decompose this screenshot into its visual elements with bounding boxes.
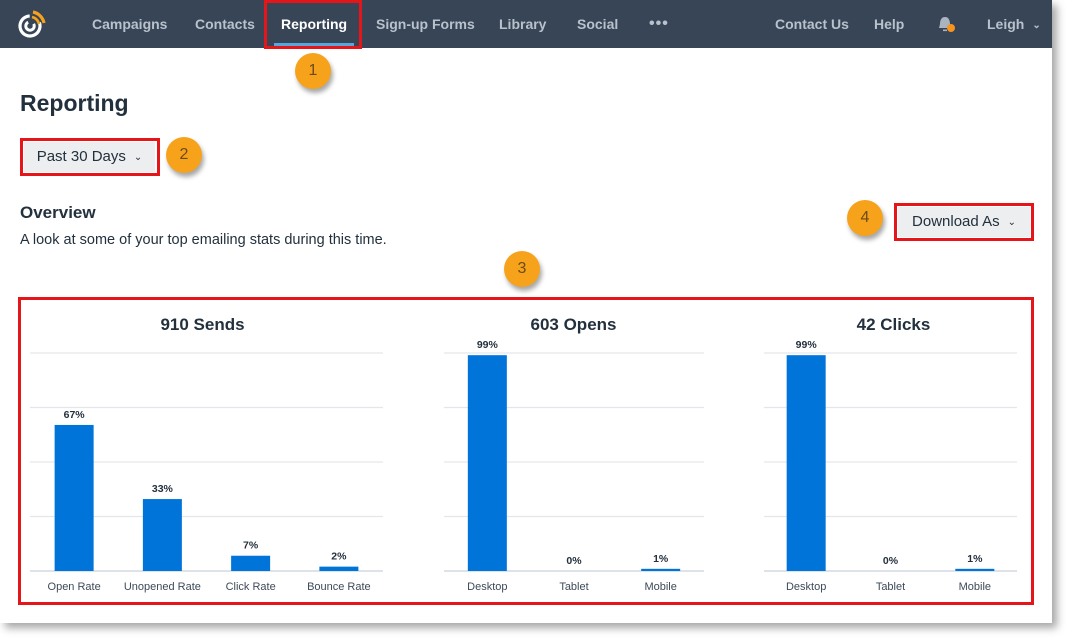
bar <box>142 499 182 571</box>
x-tick-label: Desktop <box>786 581 826 593</box>
user-name: Leigh <box>987 16 1025 32</box>
data-label: 2% <box>331 551 347 563</box>
chevron-down-icon: ⌄ <box>133 152 143 163</box>
date-range-dropdown[interactable]: Past 30 Days ⌄ <box>24 142 155 172</box>
opens-chart-svg: 99% Desktop 0% Tablet 1% Mobile <box>444 339 704 593</box>
user-menu[interactable]: Leigh ⌄ <box>987 0 1041 48</box>
callout-3: 3 <box>504 251 540 287</box>
data-label: 1% <box>653 553 669 565</box>
bar <box>319 566 359 571</box>
data-label: 0% <box>566 555 582 567</box>
bar <box>786 355 826 571</box>
clicks-chart-svg: 99% Desktop 0% Tablet 1% Mobile <box>764 339 1017 593</box>
chevron-down-icon: ⌄ <box>1007 217 1016 228</box>
data-label: 67% <box>64 409 86 421</box>
download-as-dropdown[interactable]: Download As ⌄ <box>898 207 1030 237</box>
overview-description: A look at some of your top emailing stat… <box>20 232 387 248</box>
callout-1: 1 <box>295 53 331 89</box>
download-as-label: Download As <box>912 213 1000 230</box>
top-navigation: Campaigns Contacts Reporting Sign-up For… <box>0 0 1052 48</box>
data-label: 99% <box>477 339 499 351</box>
bell-icon[interactable] <box>935 14 957 36</box>
nav-help[interactable]: Help <box>874 0 904 48</box>
nav-reporting[interactable]: Reporting <box>273 0 355 48</box>
bar <box>467 355 507 571</box>
x-tick-label: Bounce Rate <box>307 581 371 593</box>
date-range-value: Past 30 Days <box>36 148 126 165</box>
opens-chart: 603 Opens 99% Desktop 0% Tablet 1% Mobile <box>440 300 710 600</box>
overview-title: Overview <box>20 203 96 222</box>
data-label: 1% <box>967 553 983 565</box>
x-tick-label: Unopened Rate <box>124 581 201 593</box>
clicks-chart: 42 Clicks 99% Desktop 0% Tablet 1% Mobile <box>760 300 1030 600</box>
nav-social[interactable]: Social <box>577 0 618 48</box>
data-label: 99% <box>796 339 818 351</box>
x-tick-label: Tablet <box>876 581 905 593</box>
data-label: 7% <box>243 540 259 552</box>
x-tick-label: Click Rate <box>226 581 276 593</box>
x-tick-label: Desktop <box>467 581 507 593</box>
page-title: Reporting <box>20 90 129 116</box>
x-tick-label: Tablet <box>559 581 588 593</box>
nav-signup-forms[interactable]: Sign-up Forms <box>376 0 475 48</box>
bar <box>641 568 681 571</box>
x-tick-label: Mobile <box>959 581 991 593</box>
nav-more-button[interactable]: ••• <box>649 0 669 48</box>
bar <box>54 424 94 571</box>
notification-dot <box>947 24 955 32</box>
data-label: 33% <box>152 483 174 495</box>
nav-contacts[interactable]: Contacts <box>195 0 255 48</box>
callout-2: 2 <box>166 137 202 173</box>
brand-logo-icon[interactable] <box>16 9 48 39</box>
bar <box>231 555 271 571</box>
data-label: 0% <box>883 555 899 567</box>
app-window: Campaigns Contacts Reporting Sign-up For… <box>0 0 1052 623</box>
nav-campaigns[interactable]: Campaigns <box>92 0 167 48</box>
chevron-down-icon: ⌄ <box>1032 20 1041 31</box>
callout-4: 4 <box>847 200 883 236</box>
nav-contact-us[interactable]: Contact Us <box>775 0 849 48</box>
bar <box>955 568 995 571</box>
nav-library[interactable]: Library <box>499 0 546 48</box>
x-tick-label: Open Rate <box>48 581 101 593</box>
x-tick-label: Mobile <box>644 581 676 593</box>
sends-chart-svg: 67% Open Rate 33% Unopened Rate 7% Click Rate… <box>30 352 383 593</box>
sends-chart: 910 Sends 67% Open Rate 33% Unopened Rate 7%… <box>20 300 400 600</box>
